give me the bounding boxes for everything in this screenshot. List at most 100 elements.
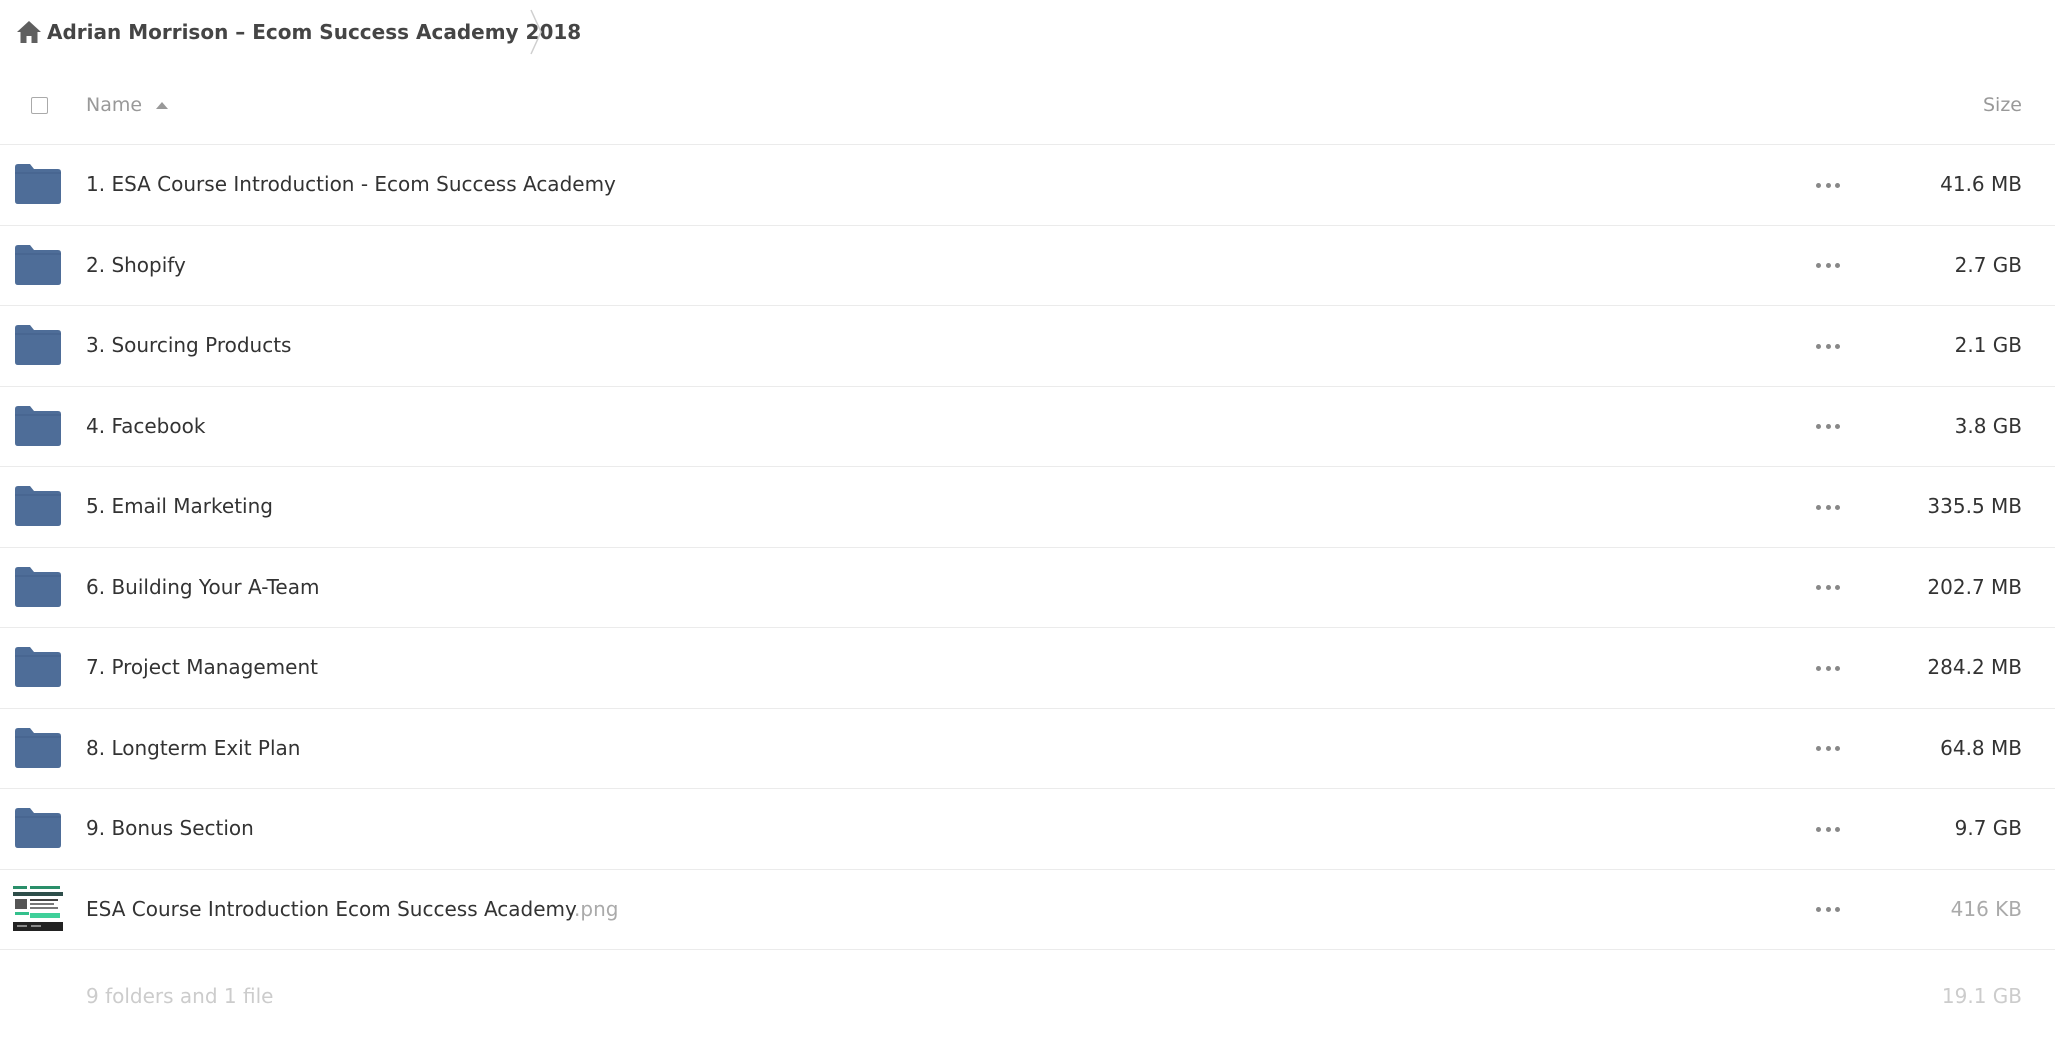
file-name[interactable]: 5. Email Marketing	[86, 492, 273, 520]
folder-row[interactable]: 8. Longterm Exit Plan 64.8 MB	[0, 709, 2055, 789]
file-name[interactable]: 3. Sourcing Products	[86, 331, 291, 359]
more-dot	[1825, 907, 1831, 912]
more-dot	[1816, 343, 1821, 349]
more-dot	[1825, 826, 1831, 832]
breadcrumb-current-folder[interactable]: Adrian Morrison – Ecom Success Academy 2…	[47, 18, 581, 46]
file-name[interactable]: ESA Course Introduction Ecom Success Aca…	[86, 895, 618, 923]
more-actions-icon[interactable]	[1816, 664, 1840, 672]
folder-icon	[15, 566, 61, 607]
more-dot	[1816, 263, 1821, 268]
folder-row[interactable]: 4. Facebook 3.8 GB	[0, 387, 2055, 467]
more-dot	[1825, 424, 1831, 429]
folder-row[interactable]: 9. Bonus Section 9.7 GB	[0, 789, 2055, 870]
more-dot	[1816, 826, 1821, 832]
more-dot	[1825, 182, 1831, 188]
file-name[interactable]: 8. Longterm Exit Plan	[86, 734, 300, 762]
file-name-base: 3. Sourcing Products	[86, 333, 292, 357]
more-dot	[1835, 665, 1840, 671]
file-size: 202.7 MB	[1927, 574, 2022, 599]
more-actions-icon[interactable]	[1816, 342, 1840, 350]
column-header-size[interactable]: Size	[1983, 92, 2022, 118]
home-icon[interactable]	[16, 20, 42, 44]
file-name[interactable]: 2. Shopify	[86, 251, 186, 279]
file-name-base: ESA Course Introduction Ecom Success Aca…	[86, 896, 575, 921]
file-name-base: 9. Bonus Section	[86, 816, 254, 840]
file-size: 3.8 GB	[1954, 413, 2022, 438]
more-dot	[1835, 424, 1840, 429]
file-name-base: 1. ESA Course Introduction - Ecom Succes…	[86, 172, 616, 196]
file-row[interactable]: ESA Course Introduction Ecom Success Aca…	[0, 870, 2055, 950]
more-dot	[1816, 907, 1821, 912]
more-dot	[1835, 826, 1840, 832]
file-size: 335.5 MB	[1927, 494, 2022, 518]
file-name[interactable]: 4. Facebook	[86, 412, 205, 440]
folder-row[interactable]: 2. Shopify 2.7 GB	[0, 226, 2055, 306]
file-size: 2.7 GB	[1954, 252, 2022, 277]
more-actions-icon[interactable]	[1816, 262, 1840, 270]
more-dot	[1816, 665, 1821, 671]
file-list: 1. ESA Course Introduction - Ecom Succes…	[0, 145, 2055, 950]
more-actions-icon[interactable]	[1816, 906, 1840, 914]
more-dot	[1825, 504, 1831, 510]
more-dot	[1835, 907, 1840, 912]
breadcrumb-separator-icon	[528, 8, 544, 56]
folder-icon	[15, 808, 61, 848]
file-name-base: 2. Shopify	[86, 252, 186, 277]
more-dot	[1835, 343, 1840, 349]
summary-total-size: 19.1 GB	[1941, 984, 2022, 1008]
file-size: 9.7 GB	[1954, 816, 2022, 840]
more-actions-icon[interactable]	[1816, 181, 1840, 189]
more-dot	[1816, 585, 1821, 590]
folder-icon	[15, 486, 61, 526]
more-actions-icon[interactable]	[1816, 825, 1840, 833]
folder-icon	[15, 405, 61, 446]
file-size: 41.6 MB	[1940, 172, 2022, 196]
file-name-base: 7. Project Management	[86, 655, 318, 679]
more-actions-icon[interactable]	[1816, 584, 1840, 592]
more-actions-icon[interactable]	[1816, 503, 1840, 511]
file-name[interactable]: 7. Project Management	[86, 653, 318, 681]
file-name-base: 8. Longterm Exit Plan	[86, 735, 301, 760]
folder-icon	[15, 727, 61, 768]
summary-counts: 9 folders and 1 file	[86, 984, 274, 1008]
folder-row[interactable]: 3. Sourcing Products 2.1 GB	[0, 306, 2055, 387]
column-header-name-label: Name	[86, 94, 143, 116]
file-extension: .png	[574, 896, 619, 921]
file-size: 416 KB	[1950, 896, 2022, 921]
more-dot	[1835, 504, 1840, 510]
more-dot	[1816, 504, 1821, 510]
folder-row[interactable]: 6. Building Your A-Team 202.7 MB	[0, 548, 2055, 628]
file-size: 284.2 MB	[1927, 655, 2022, 679]
folder-row[interactable]: 5. Email Marketing 335.5 MB	[0, 467, 2055, 548]
column-header-name[interactable]: Name	[86, 92, 169, 118]
folder-row[interactable]: 1. ESA Course Introduction - Ecom Succes…	[0, 145, 2055, 226]
folder-icon	[15, 164, 61, 204]
sort-ascending-icon	[156, 102, 169, 109]
file-size: 64.8 MB	[1940, 735, 2022, 760]
more-dot	[1816, 424, 1821, 429]
folder-icon	[15, 325, 61, 365]
file-name-base: 4. Facebook	[86, 413, 206, 438]
more-dot	[1835, 263, 1840, 268]
file-name-base: 6. Building Your A-Team	[86, 574, 320, 599]
file-name-base: 5. Email Marketing	[86, 494, 273, 518]
more-dot	[1825, 665, 1831, 671]
folder-icon	[15, 647, 61, 687]
folder-row[interactable]: 7. Project Management 284.2 MB	[0, 628, 2055, 709]
more-dot	[1835, 585, 1840, 590]
breadcrumb: Adrian Morrison – Ecom Success Academy 2…	[0, 0, 2055, 64]
select-all-checkbox[interactable]	[31, 97, 48, 114]
file-size: 2.1 GB	[1954, 333, 2022, 357]
file-name[interactable]: 6. Building Your A-Team	[86, 573, 319, 601]
more-actions-icon[interactable]	[1816, 423, 1840, 431]
more-dot	[1816, 182, 1821, 188]
file-list-header: Name Size	[0, 72, 2055, 145]
image-thumbnail-icon	[13, 883, 63, 934]
more-actions-icon[interactable]	[1816, 745, 1840, 753]
more-dot	[1825, 343, 1831, 349]
more-dot	[1825, 585, 1831, 590]
folder-icon	[15, 244, 61, 285]
more-dot	[1835, 182, 1840, 188]
file-name[interactable]: 1. ESA Course Introduction - Ecom Succes…	[86, 170, 616, 198]
file-name[interactable]: 9. Bonus Section	[86, 814, 254, 842]
